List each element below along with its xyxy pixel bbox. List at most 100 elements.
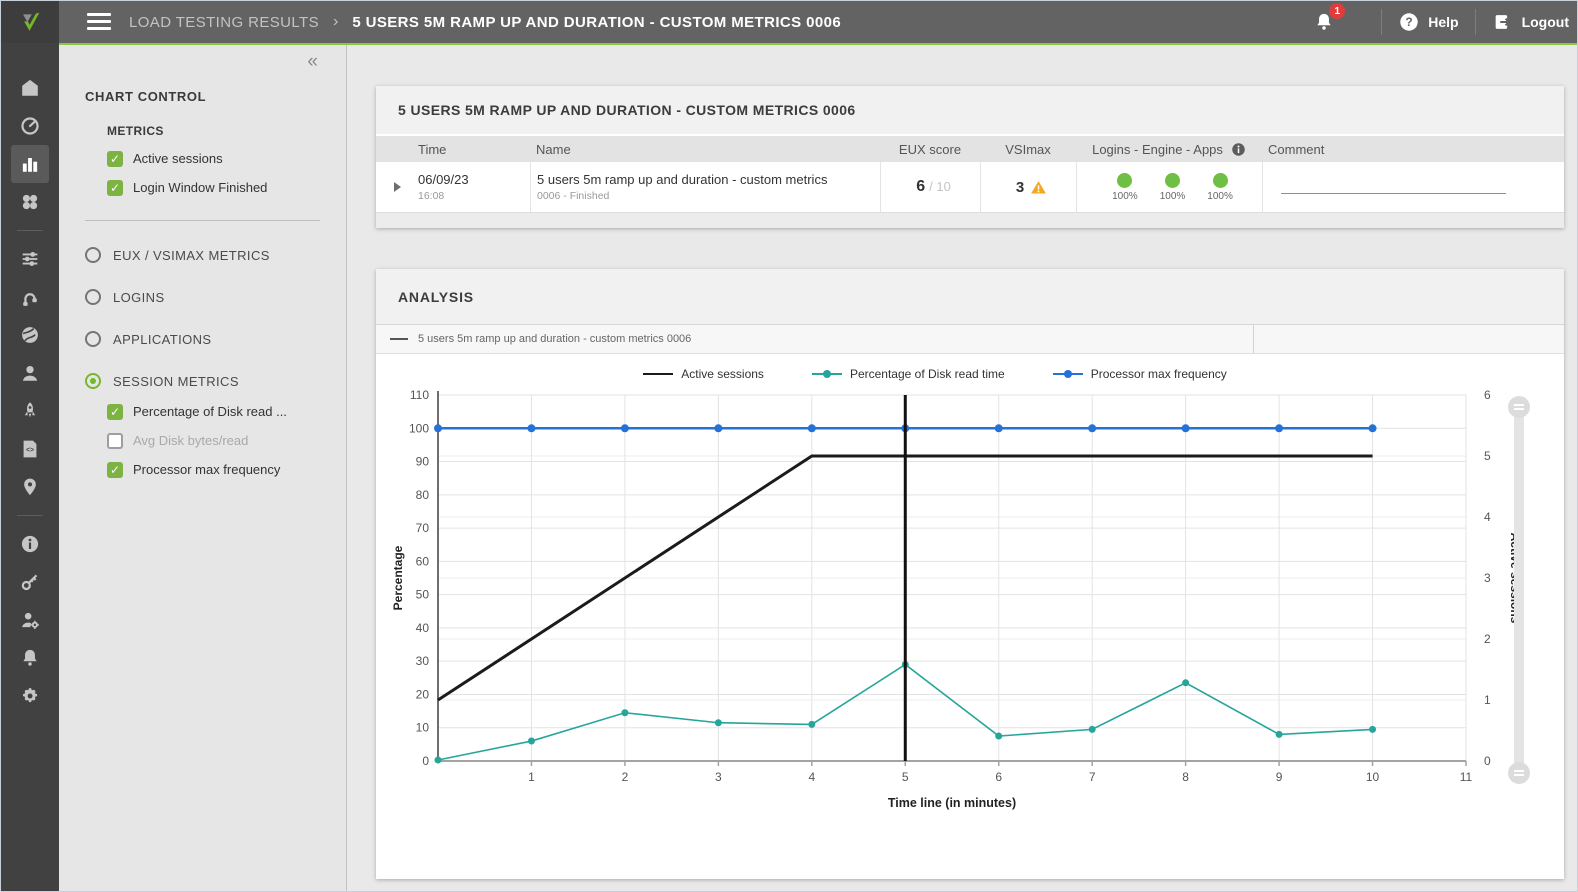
results-table-header: Time Name EUX score VSImax Logins - Engi… [376,134,1564,162]
help-label: Help [1428,14,1458,30]
table-row[interactable]: 06/09/23 16:08 5 users 5m ramp up and du… [376,162,1564,212]
sidebar-item-workflow[interactable] [11,278,49,316]
chart-legend: Active sessions Percentage of Disk read t… [376,367,1494,381]
radio-label: EUX / VSIMAX METRICS [113,248,270,263]
radio-label: LOGINS [113,290,165,305]
collapse-panel-button[interactable]: « [307,51,318,73]
logout-button[interactable]: Logout [1492,11,1569,33]
divider [1253,325,1254,353]
svg-text:80: 80 [416,488,430,502]
radio-eux-vsimax-metrics[interactable]: EUX / VSIMAX METRICS [85,247,346,263]
legend-item-percentage-of-disk-read-time[interactable]: Percentage of Disk read time [812,367,1005,381]
slider-handle-top[interactable] [1508,396,1530,418]
gear-icon [19,685,41,707]
legend-item-processor-max-frequency[interactable]: Processor max frequency [1053,367,1227,381]
notifications-button[interactable]: 1 [1309,7,1339,37]
checkbox-avg-disk-bytes-read[interactable]: Avg Disk bytes/read [107,426,346,455]
header-cell-logins-engine-apps[interactable]: Logins - Engine - Apps [1076,142,1262,157]
sidebar-item-home[interactable] [11,69,49,107]
checkbox-checked-icon[interactable]: ✓ [107,404,123,420]
svg-text:10: 10 [416,721,430,735]
checkbox-percentage-of-disk-read[interactable]: ✓Percentage of Disk read ... [107,397,346,426]
legend-item-active-sessions[interactable]: Active sessions [643,367,764,381]
sidebar-item-rocket[interactable] [11,392,49,430]
status-indicator: 100% [1160,173,1186,202]
workflow-icon [19,286,41,308]
expand-row-icon[interactable] [394,182,401,192]
breadcrumb: LOAD TESTING RESULTS › 5 USERS 5M RAMP U… [129,1,841,43]
radio-unselected-icon[interactable] [85,331,101,347]
breadcrumb-section[interactable]: LOAD TESTING RESULTS [129,14,319,31]
eux-score-value: 6 [916,178,925,195]
legend-label: Active sessions [681,367,764,381]
svg-text:60: 60 [416,554,430,568]
sidebar-item-bar-chart[interactable] [11,145,49,183]
menu-button[interactable] [87,13,111,31]
sidebar-item-apps[interactable] [11,183,49,221]
slider-track[interactable] [1514,404,1524,776]
gauge-icon [19,115,41,137]
comment-input[interactable] [1281,193,1506,194]
svg-text:Time line (in minutes): Time line (in minutes) [888,796,1016,810]
app-logo-icon[interactable] [1,1,59,43]
radio-unselected-icon[interactable] [85,289,101,305]
sidebar-item-globe[interactable] [11,316,49,354]
sidebar-item-gear[interactable] [11,677,49,715]
results-panel: 5 USERS 5M RAMP UP AND DURATION - CUSTOM… [376,86,1564,228]
svg-text:8: 8 [1182,770,1189,784]
svg-text:90: 90 [416,455,430,469]
radio-unselected-icon[interactable] [85,247,101,263]
sidebar-item-user-settings[interactable] [11,601,49,639]
legend-marker-icon [643,370,673,378]
indicator-percent: 100% [1112,191,1138,202]
legend-label: Percentage of Disk read time [850,367,1005,381]
header-cell-comment[interactable]: Comment [1262,142,1564,157]
checkbox-checked-icon[interactable]: ✓ [107,180,123,196]
checkbox-unchecked-icon[interactable] [107,433,123,449]
svg-text:1: 1 [528,770,535,784]
checkbox-active-sessions[interactable]: ✓ Active sessions [107,144,346,173]
session-metric-options: ✓Percentage of Disk read ...Avg Disk byt… [59,397,346,484]
checkbox-checked-icon[interactable]: ✓ [107,151,123,167]
run-name: 5 users 5m ramp up and duration - custom… [537,172,880,187]
sidebar-item-gauge[interactable] [11,107,49,145]
svg-text:6: 6 [1484,388,1491,402]
chart-zoom-slider[interactable] [1508,396,1530,784]
svg-text:?: ? [1406,15,1413,29]
sidebar-item-sliders[interactable] [11,240,49,278]
header-cell-name[interactable]: Name [530,142,880,157]
run-status: 0006 - Finished [537,190,880,202]
checkbox-processor-max-frequency[interactable]: ✓Processor max frequency [107,455,346,484]
radio-session-metrics[interactable]: SESSION METRICS [85,373,346,389]
radio-selected-icon[interactable] [85,373,101,389]
sidebar-item-location-pin[interactable] [11,468,49,506]
header-cell-eux-score[interactable]: EUX score [880,142,980,157]
sidebar-item-bell[interactable] [11,639,49,677]
svg-text:9: 9 [1276,770,1283,784]
chart-control-panel: « CHART CONTROL METRICS ✓Active sessions… [59,45,347,891]
sidebar-item-key[interactable] [11,563,49,601]
info-icon[interactable] [1231,142,1246,157]
checkbox-login-window-finished[interactable]: ✓Login Window Finished [107,173,346,202]
checkbox-label: Active sessions [133,151,223,166]
svg-text:2: 2 [622,770,629,784]
help-button[interactable]: ? Help [1398,11,1458,33]
series-run-label[interactable]: 5 users 5m ramp up and duration - custom… [418,333,691,345]
code-file-icon: <> [19,438,41,460]
header-cell-time[interactable]: Time [412,142,530,157]
logout-label: Logout [1522,14,1569,30]
user-settings-icon [19,609,41,631]
radio-logins[interactable]: LOGINS [85,289,346,305]
analysis-panel: ANALYSIS 5 users 5m ramp up and duration… [376,269,1564,879]
header-cell-vsimax[interactable]: VSImax [980,142,1076,157]
svg-text:20: 20 [416,687,430,701]
sidebar-item-info[interactable] [11,525,49,563]
sidebar-item-user[interactable] [11,354,49,392]
expand-row-cell [376,162,412,212]
radio-applications[interactable]: APPLICATIONS [85,331,346,347]
checkbox-checked-icon[interactable]: ✓ [107,462,123,478]
legend-label: Processor max frequency [1091,367,1227,381]
cell-time: 06/09/23 16:08 [412,162,530,212]
slider-handle-bottom[interactable] [1508,762,1530,784]
sidebar-item-code-file[interactable]: <> [11,430,49,468]
